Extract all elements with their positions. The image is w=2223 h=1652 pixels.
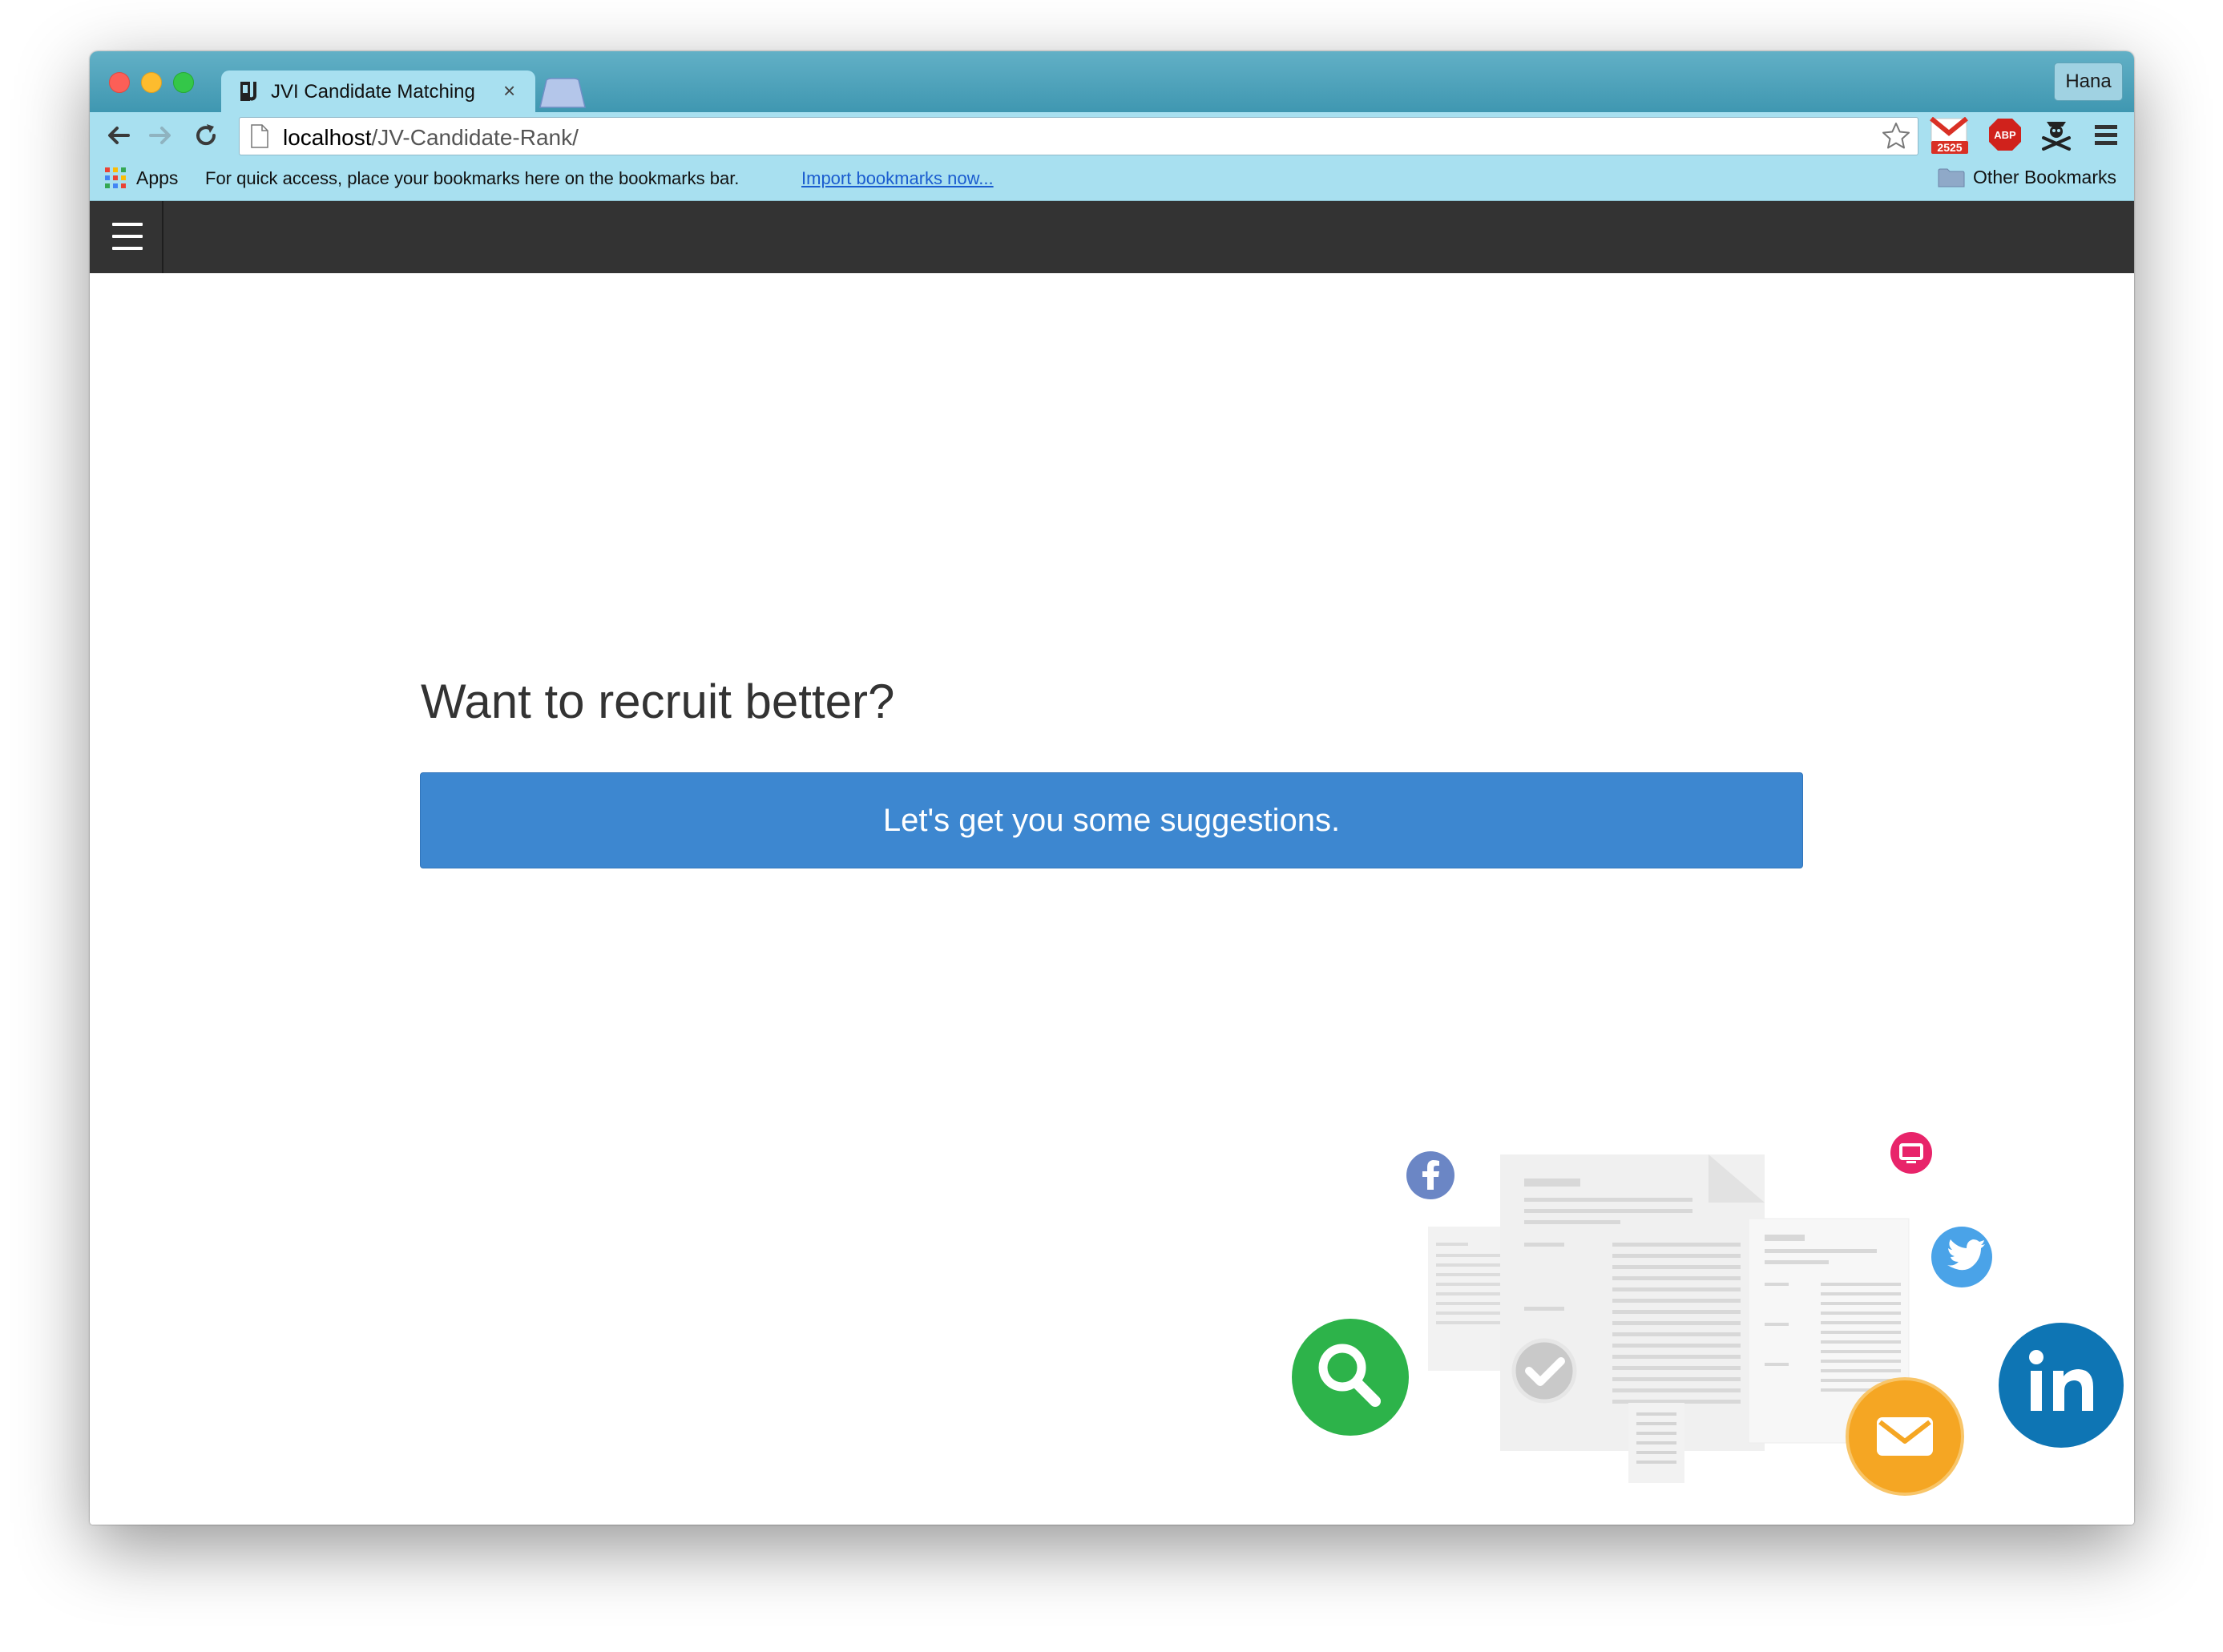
zoom-window-button[interactable]: [173, 72, 194, 93]
reload-icon[interactable]: [192, 122, 220, 149]
browser-window: JVI Candidate Matching × Hana localhost/…: [90, 51, 2134, 1525]
app-navbar: [90, 201, 2134, 273]
gmail-icon[interactable]: 2525: [1930, 117, 1970, 155]
tab-title: JVI Candidate Matching: [271, 81, 475, 103]
page-headline: Want to recruit better?: [421, 675, 895, 728]
new-tab-button[interactable]: [537, 77, 587, 109]
email-icon: [1846, 1377, 1964, 1496]
tab-close-icon[interactable]: ×: [503, 79, 515, 103]
minimize-window-button[interactable]: [141, 72, 162, 93]
adblock-label: ABP: [1994, 129, 2016, 141]
forward-arrow-icon[interactable]: [147, 122, 175, 149]
star-icon[interactable]: [1881, 121, 1911, 151]
import-bookmarks-link[interactable]: Import bookmarks now...: [801, 168, 994, 189]
url-host: localhost: [283, 125, 372, 150]
apps-link[interactable]: Apps: [136, 167, 178, 189]
search-icon: [1292, 1319, 1409, 1436]
linkedin-icon: [1999, 1323, 2124, 1448]
recruiting-illustration: [1292, 1132, 2124, 1496]
profile-button[interactable]: Hana: [2054, 62, 2123, 101]
documents-graphic: [1428, 1154, 1910, 1483]
adblock-icon[interactable]: ABP: [1987, 117, 2023, 152]
folder-icon: [1938, 168, 1965, 187]
page-content: Want to recruit better? Let's get you so…: [90, 273, 2134, 1525]
tab-strip: JVI Candidate Matching × Hana: [90, 51, 2134, 114]
menu-icon[interactable]: [2090, 117, 2122, 152]
page-icon: [251, 124, 268, 148]
get-suggestions-button[interactable]: Let's get you some suggestions.: [420, 772, 1803, 868]
bookmarks-hint-text: For quick access, place your bookmarks h…: [205, 168, 740, 188]
url-path: /JV-Candidate-Rank/: [371, 125, 579, 150]
browser-toolbar: localhost/JV-Candidate-Rank/ 2525 ABP: [90, 112, 2134, 157]
hamburger-icon[interactable]: [90, 201, 163, 273]
tab-jvi-candidate-matching[interactable]: JVI Candidate Matching ×: [221, 71, 535, 114]
monitor-icon: [1890, 1132, 1932, 1174]
other-bookmarks-label: Other Bookmarks: [1973, 167, 2116, 187]
checkmark-icon: [1511, 1338, 1577, 1404]
url-text[interactable]: localhost/JV-Candidate-Rank/: [283, 125, 579, 151]
other-bookmarks-button[interactable]: Other Bookmarks: [1938, 167, 2116, 188]
back-arrow-icon[interactable]: [104, 122, 131, 149]
address-bar[interactable]: localhost/JV-Candidate-Rank/: [239, 117, 1918, 155]
pirate-icon[interactable]: [2039, 117, 2074, 152]
twitter-icon: [1931, 1227, 1992, 1287]
jvi-favicon-icon: [240, 82, 256, 101]
close-window-button[interactable]: [109, 72, 130, 93]
bookmarks-bar: Apps For quick access, place your bookma…: [90, 157, 2134, 201]
gmail-badge: 2525: [1937, 141, 1962, 154]
facebook-icon: [1406, 1151, 1454, 1199]
apps-grid-icon[interactable]: [104, 167, 127, 189]
